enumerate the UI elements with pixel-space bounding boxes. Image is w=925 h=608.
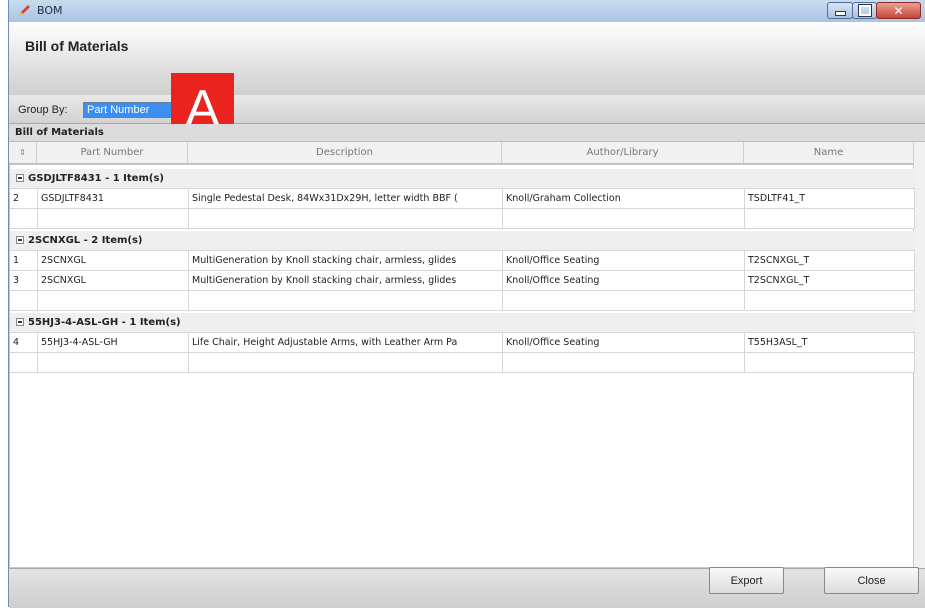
column-header-description[interactable]: Description [188,142,502,164]
table-row-empty[interactable] [10,353,915,373]
cell-part-number: 2SCNXGL [38,271,189,291]
group-header: GSDJLTF8431 - 1 Item(s) [16,173,164,184]
cell-part-number: GSDJLTF8431 [38,189,189,209]
minimize-icon [834,11,846,16]
table-row[interactable]: 4 55HJ3-4-ASL-GH Life Chair, Height Adju… [10,333,915,353]
group-row[interactable]: 55HJ3-4-ASL-GH - 1 Item(s) [10,313,915,333]
cell-empty [38,291,189,311]
maximize-button[interactable] [852,2,877,19]
cell-index: 4 [10,333,38,353]
column-header-name[interactable]: Name [744,142,914,164]
column-header-author-library[interactable]: Author/Library [502,142,744,164]
cell-name: T55H3ASL_T [745,333,915,353]
cell-empty [38,353,189,373]
close-button[interactable]: Close [824,567,919,594]
column-header-part-number[interactable]: Part Number [37,142,188,164]
cell-empty [745,209,915,229]
header-band [9,22,925,96]
cell-empty [189,209,503,229]
cell-empty [10,291,38,311]
group-header-text: 55HJ3-4-ASL-GH - 1 Item(s) [28,317,181,328]
cell-author-library: Knoll/Office Seating [503,333,745,353]
cell-empty [503,353,745,373]
maximize-icon [857,4,872,17]
group-header: 2SCNXGL - 2 Item(s) [16,235,143,246]
table-row[interactable]: 3 2SCNXGL MultiGeneration by Knoll stack… [10,271,915,291]
footer-bar [9,568,925,608]
bom-window: BOM ✕ Bill of Materials Group By: Part N… [8,0,925,608]
group-by-select[interactable]: Part Number [83,102,175,118]
cell-index: 2 [10,189,38,209]
group-row[interactable]: GSDJLTF8431 - 1 Item(s) [10,169,915,189]
table-row-empty[interactable] [10,209,915,229]
export-button[interactable]: Export [709,567,784,594]
collapse-icon[interactable] [16,174,24,182]
cell-author-library: Knoll/Office Seating [503,251,745,271]
cell-empty [10,209,38,229]
title-bar[interactable]: BOM ✕ [9,0,925,23]
cell-description: Life Chair, Height Adjustable Arms, with… [189,333,503,353]
cell-empty [503,291,745,311]
cell-author-library: Knoll/Office Seating [503,271,745,291]
minimize-button[interactable] [827,2,853,19]
cell-part-number: 2SCNXGL [38,251,189,271]
pencil-icon [19,5,30,16]
grid-caption: Bill of Materials [9,124,925,142]
cell-empty [189,291,503,311]
cell-description: Single Pedestal Desk, 84Wx31Dx29H, lette… [189,189,503,209]
cell-empty [745,353,915,373]
bom-grid: GSDJLTF8431 - 1 Item(s) 2 GSDJLTF8431 Si… [9,164,915,568]
cell-name: TSDLTF41_T [745,189,915,209]
grid-caption-text: Bill of Materials [15,127,104,138]
cell-part-number: 55HJ3-4-ASL-GH [38,333,189,353]
cell-empty [10,353,38,373]
group-row[interactable]: 2SCNXGL - 2 Item(s) [10,231,915,251]
group-by-label: Group By: [18,104,68,116]
cell-name: T2SCNXGL_T [745,251,915,271]
collapse-icon[interactable] [16,236,24,244]
group-header: 55HJ3-4-ASL-GH - 1 Item(s) [16,317,181,328]
cell-empty [745,291,915,311]
collapse-icon[interactable] [16,318,24,326]
table-row[interactable]: 2 GSDJLTF8431 Single Pedestal Desk, 84Wx… [10,189,915,209]
cell-description: MultiGeneration by Knoll stacking chair,… [189,251,503,271]
group-header-text: 2SCNXGL - 2 Item(s) [28,235,143,246]
cell-author-library: Knoll/Graham Collection [503,189,745,209]
close-icon: ✕ [893,3,904,18]
close-window-button[interactable]: ✕ [876,2,921,19]
group-header-text: GSDJLTF8431 - 1 Item(s) [28,173,164,184]
column-header-index[interactable]: ⇕ [9,142,37,164]
cell-empty [503,209,745,229]
window-title: BOM [37,4,63,17]
table-row-empty[interactable] [10,291,915,311]
cell-empty [189,353,503,373]
page-title: Bill of Materials [25,38,129,54]
sort-icon: ⇕ [19,148,26,157]
table-row[interactable]: 1 2SCNXGL MultiGeneration by Knoll stack… [10,251,915,271]
cell-index: 1 [10,251,38,271]
cell-empty [38,209,189,229]
cell-name: T2SCNXGL_T [745,271,915,291]
cell-description: MultiGeneration by Knoll stacking chair,… [189,271,503,291]
cell-index: 3 [10,271,38,291]
